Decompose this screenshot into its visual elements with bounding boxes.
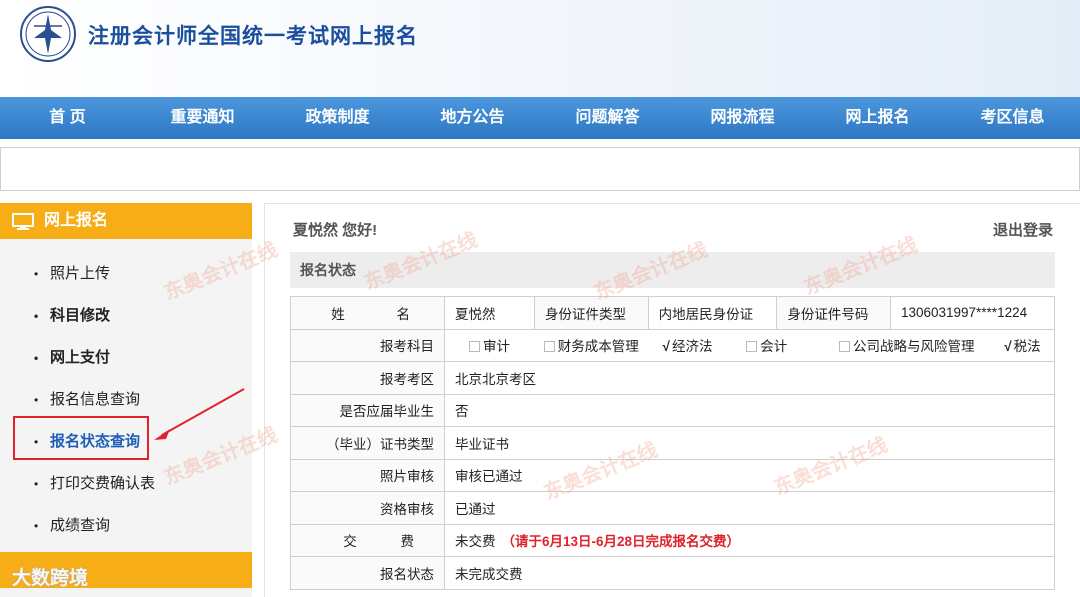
sidebar-heading-label: 网上报名: [44, 212, 109, 229]
fresh-graduate-value: 否: [444, 393, 1055, 427]
certificate-type-label: （毕业）证书类型: [290, 426, 445, 460]
fee-value: 未交费: [455, 534, 496, 550]
bullet-icon: •: [34, 267, 39, 281]
checkbox-icon: [469, 341, 480, 353]
certificate-type-value: 毕业证书: [444, 426, 1055, 460]
fee-cell: 未交费 （请于6月13日-6月28日完成报名交费）: [444, 523, 1055, 557]
subject-accounting[interactable]: 会计: [746, 335, 787, 355]
table-row: （毕业）证书类型 毕业证书: [290, 426, 1055, 460]
subject-tax-law[interactable]: √ 税法: [1004, 335, 1040, 355]
subject-financial-cost[interactable]: 财务成本管理: [543, 335, 639, 355]
registration-status-label: 报名状态: [290, 556, 445, 590]
banner-area: [0, 147, 1080, 191]
nav-exam-area[interactable]: 考区信息: [945, 97, 1080, 139]
registration-status-table: 姓 名 夏悦然 身份证件类型 内地居民身份证 身份证件号码 1306031997…: [290, 296, 1056, 590]
id-number-label: 身份证件号码: [776, 296, 891, 330]
bullet-icon: •: [34, 477, 39, 491]
id-type-value: 内地居民身份证: [647, 296, 778, 330]
sidebar-item-subject-modify[interactable]: • 科目修改: [0, 295, 252, 337]
logout-link[interactable]: 退出登录: [993, 219, 1053, 240]
qualification-review-label: 资格审核: [290, 491, 445, 525]
nav-faq[interactable]: 问题解答: [540, 97, 675, 139]
photo-review-label: 照片审核: [290, 458, 445, 492]
nav-notices[interactable]: 重要通知: [135, 97, 270, 139]
red-arrow-icon: [154, 388, 245, 440]
sidebar-item-label: 打印交费确认表: [50, 475, 156, 492]
watermark-text: 大数跨境: [12, 568, 89, 589]
subjects-label: 报考科目: [290, 328, 445, 362]
bullet-icon: •: [34, 519, 39, 533]
table-row: 照片审核 审核已通过: [290, 458, 1055, 492]
subject-label: 公司战略与风险管理: [852, 339, 975, 355]
table-row: 姓 名 夏悦然 身份证件类型 内地居民身份证 身份证件号码 1306031997…: [290, 296, 1056, 330]
sidebar-item-label: 科目修改: [50, 307, 111, 324]
table-row: 报考考区 北京北京考区: [290, 361, 1055, 395]
monitor-icon: [12, 213, 34, 230]
fresh-graduate-label: 是否应届毕业生: [290, 393, 445, 427]
user-greeting: 夏悦然 您好!: [293, 222, 378, 239]
checkbox-icon: [543, 341, 555, 353]
table-row: 报名状态 未完成交费: [290, 556, 1055, 590]
section-title: 报名状态: [290, 252, 1055, 288]
sidebar-item-print-confirmation[interactable]: • 打印交费确认表: [0, 463, 252, 505]
sidebar-item-online-payment[interactable]: • 网上支付: [0, 337, 252, 379]
id-type-label: 身份证件类型: [534, 296, 649, 330]
table-row: 是否应届毕业生 否: [290, 393, 1055, 427]
nav-home[interactable]: 首 页: [0, 97, 135, 139]
table-row: 报考科目 审计 财务成本管理 √ 经济法 会计 公司战略与风险管理 √ 税法: [290, 328, 1055, 362]
fee-label: 交 费: [290, 523, 445, 557]
subject-economic-law[interactable]: √ 经济法: [663, 335, 713, 355]
sidebar-item-label: 报名信息查询: [50, 391, 141, 408]
qualification-review-value: 已通过: [444, 491, 1055, 525]
nav-policies[interactable]: 政策制度: [270, 97, 405, 139]
fee-notice: （请于6月13日-6月28日完成报名交费）: [501, 534, 741, 550]
cicpa-logo-icon: [20, 6, 76, 62]
highlight-box: [13, 416, 149, 460]
subject-label: 会计: [760, 339, 788, 355]
checkmark-icon: √: [662, 339, 670, 355]
subjects-cell: 审计 财务成本管理 √ 经济法 会计 公司战略与风险管理 √ 税法: [444, 328, 1055, 362]
sidebar-item-score-query[interactable]: • 成绩查询: [0, 505, 252, 547]
sidebar-heading: 网上报名: [0, 203, 252, 239]
sidebar-item-label: 网上支付: [50, 349, 111, 366]
checkbox-icon: [746, 341, 758, 353]
site-title: 注册会计师全国统一考试网上报名: [88, 25, 418, 48]
nav-local-announcements[interactable]: 地方公告: [405, 97, 540, 139]
subject-strategy-risk[interactable]: 公司战略与风险管理: [838, 335, 975, 355]
photo-review-value: 审核已通过: [444, 458, 1055, 492]
bullet-icon: •: [34, 393, 39, 407]
nav-process[interactable]: 网报流程: [675, 97, 810, 139]
sidebar-item-label: 照片上传: [50, 265, 111, 282]
sidebar-item-label: 成绩查询: [50, 517, 111, 534]
bullet-icon: •: [34, 351, 39, 365]
subject-label: 经济法: [671, 339, 713, 355]
subject-label: 财务成本管理: [557, 339, 639, 355]
name-label: 姓 名: [290, 296, 445, 330]
checkbox-icon: [838, 341, 850, 353]
site-header: 注册会计师全国统一考试网上报名: [0, 0, 1080, 97]
table-row: 资格审核 已通过: [290, 491, 1055, 525]
table-row: 交 费 未交费 （请于6月13日-6月28日完成报名交费）: [290, 523, 1055, 557]
nav-online-registration[interactable]: 网上报名: [810, 97, 945, 139]
registration-status-value: 未完成交费: [444, 556, 1055, 590]
subject-audit[interactable]: 审计: [469, 335, 510, 355]
exam-area-label: 报考考区: [290, 361, 445, 395]
exam-area-value: 北京北京考区: [444, 361, 1055, 395]
sidebar-item-photo-upload[interactable]: • 照片上传: [0, 253, 252, 295]
main-nav: 首 页 重要通知 政策制度 地方公告 问题解答 网报流程 网上报名 考区信息: [0, 97, 1080, 139]
name-value: 夏悦然: [444, 296, 535, 330]
id-number-value: 1306031997****1224: [889, 296, 1056, 330]
bullet-icon: •: [34, 309, 39, 323]
subject-label: 审计: [483, 339, 510, 355]
subject-label: 税法: [1013, 339, 1041, 355]
checkmark-icon: √: [1004, 339, 1012, 355]
